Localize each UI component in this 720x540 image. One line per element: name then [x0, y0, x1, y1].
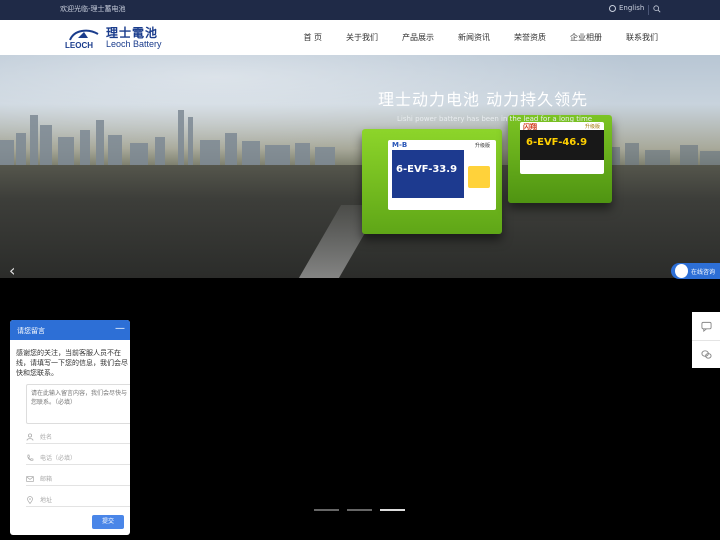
battery-2-label: 闪翔 升级版 6-EVF-46.9: [520, 122, 604, 174]
nav-item-honors[interactable]: 荣誉资质: [514, 32, 546, 43]
nav-item-home[interactable]: 首 页: [303, 32, 322, 43]
user-icon: [26, 432, 34, 441]
language-label: English: [619, 4, 645, 12]
language-switch[interactable]: English: [609, 4, 644, 12]
online-consult-label: 在线咨询: [691, 269, 716, 276]
carousel-dot-1[interactable]: [314, 509, 339, 511]
chat-icon[interactable]: [692, 312, 720, 340]
banner-title: 理士动力电池 动力持久领先: [378, 90, 589, 109]
leoch-logo-mark: LEOCH: [65, 29, 99, 50]
carousel-dot-2[interactable]: [347, 509, 372, 511]
search-icon[interactable]: [653, 5, 661, 13]
location-icon: [27, 495, 33, 504]
nav-item-news[interactable]: 新闻资讯: [458, 32, 490, 43]
widget-intro: 感谢您的关注，当前客服人员不在线，请填写一下您的信息，我们会尽快和您联系。: [16, 349, 128, 377]
welcome-text: 欢迎光临-理士蓄电池: [60, 5, 126, 13]
globe-icon: [609, 4, 616, 12]
phone-placeholder: 电话（必填）: [40, 455, 77, 462]
wechat-icon[interactable]: [692, 340, 720, 368]
submit-button[interactable]: 提交: [92, 515, 124, 529]
carousel-pagination: [314, 509, 405, 511]
agent-avatar-icon: [675, 264, 688, 278]
divider: [648, 5, 649, 15]
address-placeholder: 地址: [40, 497, 53, 504]
battery-1-brand: M-B: [392, 141, 408, 149]
logo[interactable]: LEOCH 理士電池 Leoch Battery: [64, 24, 164, 52]
mail-icon: [26, 475, 34, 482]
chevron-left-icon[interactable]: ‹: [9, 261, 15, 278]
phone-icon: [27, 454, 34, 461]
battery-2-tag: 升级版: [584, 124, 600, 130]
phone-field[interactable]: 电话（必填）: [26, 451, 130, 465]
side-toolbar: [692, 312, 720, 368]
email-field[interactable]: 邮箱: [26, 472, 130, 486]
battery-1-badge: [468, 166, 490, 188]
name-field[interactable]: 姓名: [26, 430, 130, 444]
name-placeholder: 姓名: [40, 434, 53, 441]
nav-item-about[interactable]: 关于我们: [346, 32, 378, 43]
nav-item-album[interactable]: 企业相册: [570, 32, 602, 43]
message-textarea[interactable]: [26, 384, 130, 424]
battery-1-tag: 升级版: [474, 143, 490, 149]
banner-subtitle: Lishi power battery has been in the lead…: [397, 115, 593, 123]
leave-message-widget: 请您留言 — 感谢您的关注，当前客服人员不在线，请填写一下您的信息，我们会尽快和…: [10, 320, 130, 535]
main-nav: 首 页 关于我们 产品展示 新闻资讯 荣誉资质 企业相册 联系我们: [279, 20, 658, 55]
hero-banner[interactable]: M-B 升级版 6-EVF-33.9 闪翔 升级版 6-EVF-46.9 理士动…: [0, 55, 720, 278]
top-bar: 欢迎光临-理士蓄电池 English: [0, 0, 720, 20]
city-skyline: [0, 110, 720, 175]
address-field[interactable]: 地址: [26, 493, 130, 507]
minimize-icon[interactable]: —: [115, 323, 125, 334]
battery-1-label: M-B 升级版 6-EVF-33.9: [388, 140, 496, 210]
logo-en: Leoch Battery: [106, 39, 162, 49]
widget-header: 请您留言 —: [10, 320, 130, 340]
battery-1-model: 6-EVF-33.9: [396, 164, 458, 175]
nav-item-products[interactable]: 产品展示: [402, 32, 434, 43]
online-consult-button[interactable]: 在线咨询: [671, 263, 720, 279]
battery-2-model: 6-EVF-46.9: [526, 137, 588, 148]
email-placeholder: 邮箱: [40, 476, 53, 483]
carousel-dot-3[interactable]: [380, 509, 405, 511]
logo-mark-text: LEOCH: [65, 41, 93, 50]
widget-title: 请您留言: [17, 327, 45, 335]
header: LEOCH 理士電池 Leoch Battery 首 页 关于我们 产品展示 新…: [0, 20, 720, 55]
nav-item-contact[interactable]: 联系我们: [626, 32, 658, 43]
